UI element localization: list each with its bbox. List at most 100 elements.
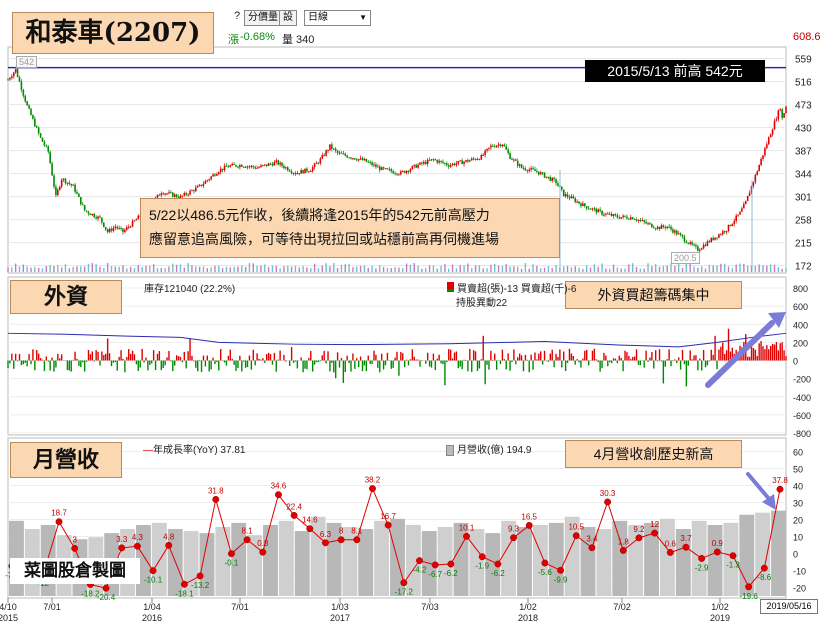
yoy-point <box>494 560 502 568</box>
foreign-bar <box>484 360 486 385</box>
price-candle <box>262 165 264 167</box>
price-candle <box>545 176 548 178</box>
price-candle <box>317 162 320 164</box>
price-candle <box>520 164 523 168</box>
foreign-bar <box>438 354 440 361</box>
volume-bar <box>601 263 603 272</box>
period-select[interactable]: 日線 ▼ <box>304 10 371 26</box>
foreign-bar <box>108 353 111 361</box>
price-candle <box>74 184 76 192</box>
foreign-bar <box>352 353 354 361</box>
price-candle <box>53 175 55 187</box>
price-candle <box>405 170 408 173</box>
x-tick-label: 1/03 <box>331 602 349 612</box>
price-candle <box>649 223 651 225</box>
volume-bar <box>777 267 780 272</box>
foreign-bar <box>783 350 785 361</box>
foreign-bar <box>162 360 164 369</box>
foreign-bar <box>36 350 38 361</box>
price-candle <box>97 216 99 219</box>
foreign-bar <box>520 355 523 361</box>
volume-bar <box>624 268 626 272</box>
foreign-bar <box>398 360 400 376</box>
foreign-bar <box>526 359 529 361</box>
x-tick-label: 7/03 <box>421 602 439 612</box>
volume-bar <box>294 265 297 272</box>
foreign-bar <box>637 360 640 365</box>
price-candle <box>95 217 97 219</box>
foreign-bar <box>430 360 433 368</box>
yoy-data-label: 0.9 <box>712 539 724 548</box>
volume-bar <box>375 268 377 272</box>
volume-bar <box>570 267 573 272</box>
foreign-bar <box>463 359 465 361</box>
foreign-bar <box>145 357 147 361</box>
price-candle <box>622 215 624 218</box>
price-candle <box>614 214 617 216</box>
volume-bar <box>398 267 400 272</box>
volume-bar <box>340 264 343 272</box>
price-candle <box>166 193 168 195</box>
price-candle <box>490 145 492 148</box>
price-candle <box>403 171 406 173</box>
adjust-price-button[interactable]: 分價量 <box>244 10 282 26</box>
volume-bar <box>133 268 136 272</box>
foreign-bar <box>402 353 404 361</box>
volume-bar <box>237 266 239 272</box>
price-candle <box>331 144 333 149</box>
yoy-data-label: 8.1 <box>242 527 254 536</box>
settings-button[interactable]: 設 <box>279 10 297 26</box>
price-candle <box>524 168 527 171</box>
yoy-data-label: 3.3 <box>116 535 128 544</box>
foreign-bar <box>151 360 153 364</box>
foreign-bar <box>356 358 358 361</box>
foreign-bar <box>202 355 205 361</box>
volume-bar <box>7 267 9 272</box>
price-candle <box>361 158 364 161</box>
price-candle <box>57 189 59 196</box>
volume-bar <box>735 264 737 272</box>
volume-bar <box>609 268 611 272</box>
foreign-bar <box>325 360 327 364</box>
price-candle <box>221 168 224 171</box>
volume-bar <box>773 264 776 272</box>
foreign-bar <box>697 360 699 371</box>
foreign-bar <box>568 348 571 361</box>
foreign-bar <box>131 350 134 361</box>
price-candle <box>382 167 385 169</box>
price-candle <box>329 144 331 151</box>
price-candle <box>585 206 588 209</box>
volume-bar <box>164 268 166 272</box>
foreign-bar <box>672 360 674 362</box>
price-candle <box>41 137 44 142</box>
foreign-bar <box>18 353 21 361</box>
price-candle <box>112 227 115 231</box>
yoy-data-label: 18.7 <box>51 509 67 518</box>
revenue-legend-2-text: 月營收(億) 194.9 <box>457 445 532 456</box>
price-candle <box>637 219 640 221</box>
price-candle <box>28 105 30 109</box>
yoy-point <box>431 561 439 569</box>
foreign-bar <box>172 360 174 372</box>
foreign-bar <box>771 343 774 361</box>
foreign-bar <box>244 360 247 368</box>
help-icon[interactable]: ? <box>234 10 240 22</box>
price-candle <box>346 155 348 158</box>
volume-bar <box>367 267 369 272</box>
price-candle <box>87 211 90 214</box>
volume-bar <box>18 266 21 272</box>
price-candle <box>568 196 571 199</box>
foreign-bar <box>193 360 195 362</box>
foreign-bar <box>331 360 333 363</box>
price-candle <box>294 173 297 175</box>
price-candle <box>277 160 279 165</box>
yoy-data-label: -6.7 <box>428 570 442 579</box>
foreign-bar <box>198 360 201 362</box>
foreign-bar <box>428 360 431 367</box>
yoy-data-label: 10.5 <box>568 523 584 532</box>
price-candle <box>30 108 32 116</box>
volume-bar <box>202 266 205 272</box>
yoy-data-label: -1.9 <box>475 562 489 571</box>
foreign-bar <box>338 360 341 368</box>
price-candle <box>229 165 232 167</box>
